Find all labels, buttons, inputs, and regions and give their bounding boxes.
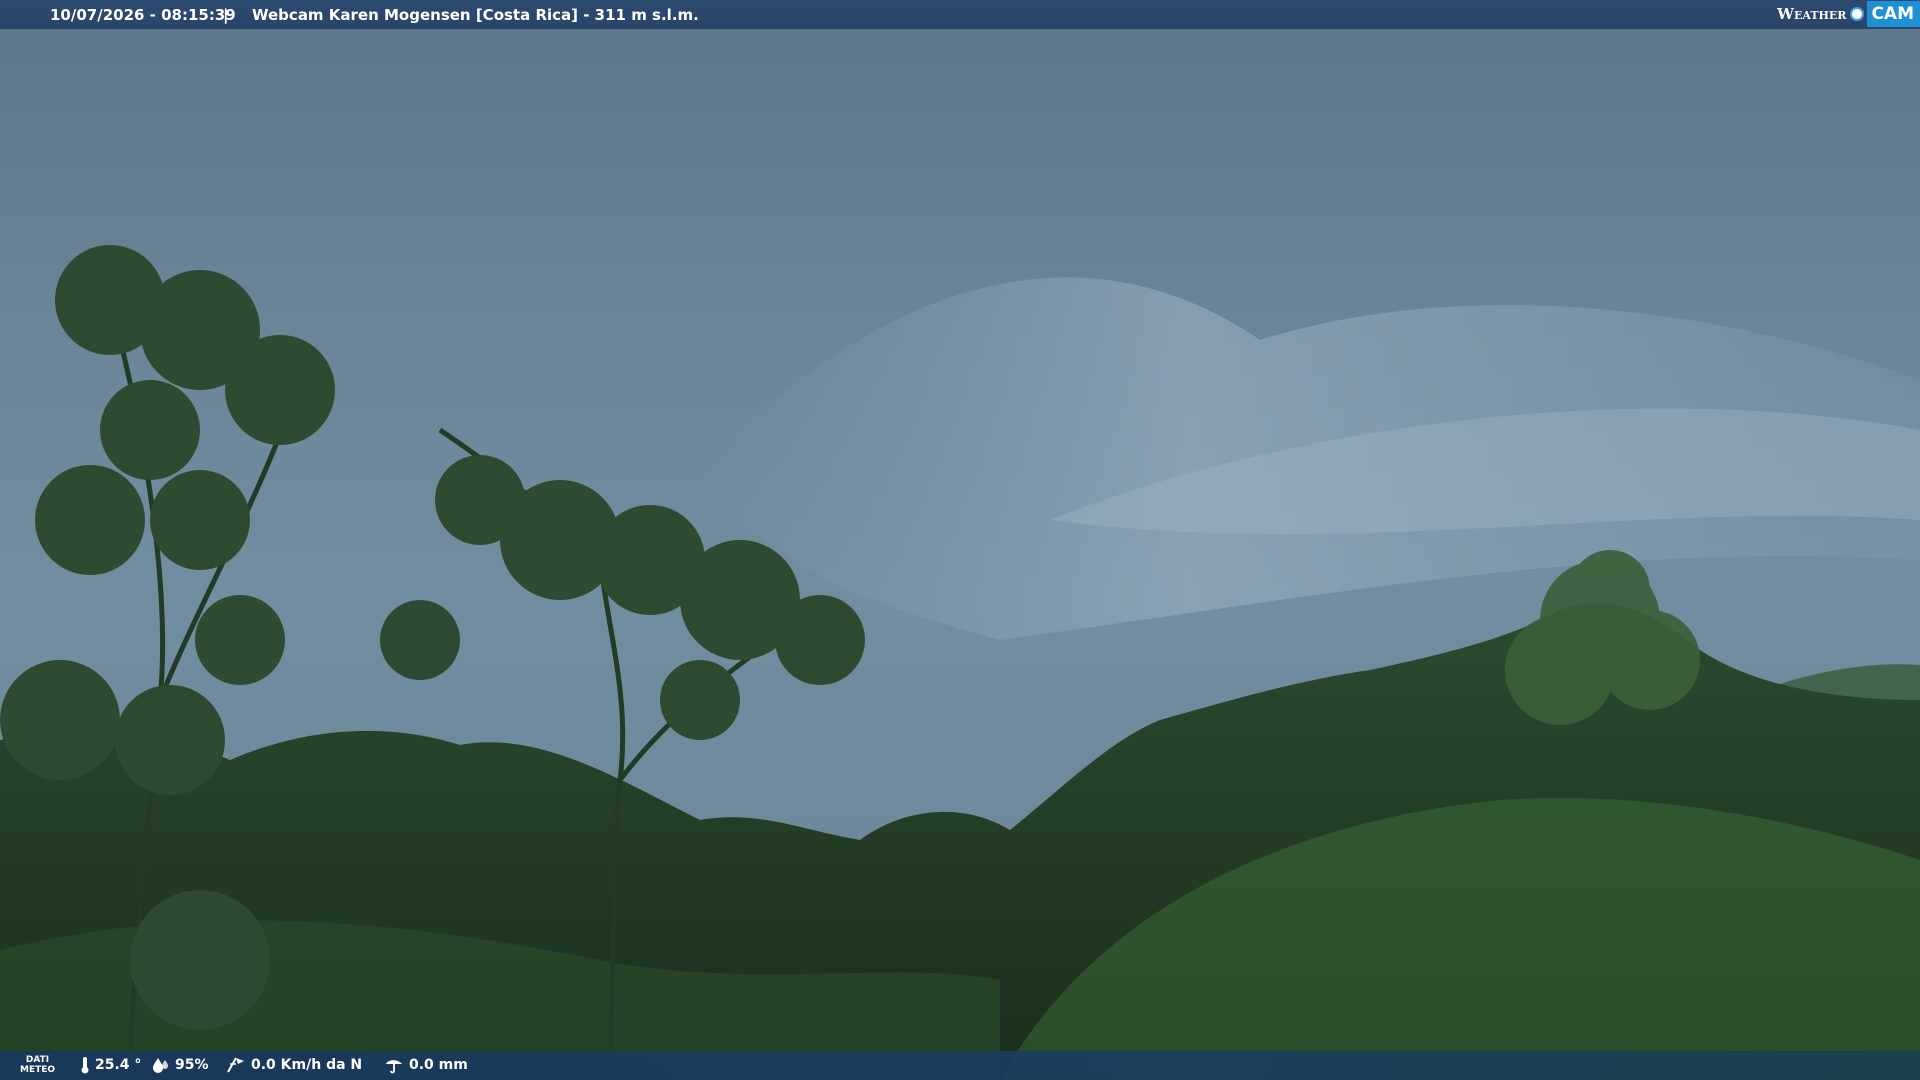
temperature-reading: 25.4 ° bbox=[80, 1056, 141, 1074]
temperature-value: 25.4 ° bbox=[95, 1057, 142, 1073]
rain-gauge-icon bbox=[386, 1060, 402, 1074]
weathercam-logo: Weather CAM bbox=[1777, 0, 1920, 28]
logo-cam-text: CAM bbox=[1867, 1, 1920, 27]
label-line-2: METEO bbox=[20, 1065, 56, 1075]
webcam-viewport: 10/07/2026 - 08:15:39 | Webcam Karen Mog… bbox=[0, 0, 1920, 1080]
thermometer-icon bbox=[81, 1057, 89, 1074]
humidity-drop-icon bbox=[153, 1058, 168, 1073]
webcam-image bbox=[0, 0, 1920, 1080]
rain-reading: 0.0 mm bbox=[384, 1056, 468, 1074]
timestamp: 10/07/2026 - 08:15:39 bbox=[50, 6, 236, 24]
weather-data-bar: DATI METEO 25.4 ° 95% 0.0 Km/h da N 0.0 … bbox=[0, 1051, 1920, 1080]
logo-weather-text: Weather bbox=[1777, 5, 1847, 23]
wind-icon bbox=[227, 1057, 244, 1073]
header-separator: | bbox=[223, 6, 229, 24]
landscape-scene bbox=[0, 245, 1920, 1080]
humidity-value: 95% bbox=[175, 1057, 209, 1073]
wind-value: 0.0 Km/h da N bbox=[251, 1057, 363, 1073]
label-line-1: DATI bbox=[25, 1055, 50, 1065]
rain-value: 0.0 mm bbox=[409, 1057, 468, 1073]
wind-reading: 0.0 Km/h da N bbox=[226, 1056, 362, 1074]
webcam-title: Webcam Karen Mogensen [Costa Rica] - 311… bbox=[252, 6, 699, 24]
weather-data-label: DATI METEO bbox=[20, 1055, 55, 1075]
logo-eye-icon bbox=[1850, 7, 1865, 21]
overlay-header: 10/07/2026 - 08:15:39 | Webcam Karen Mog… bbox=[0, 0, 1920, 29]
humidity-reading: 95% bbox=[152, 1056, 209, 1074]
